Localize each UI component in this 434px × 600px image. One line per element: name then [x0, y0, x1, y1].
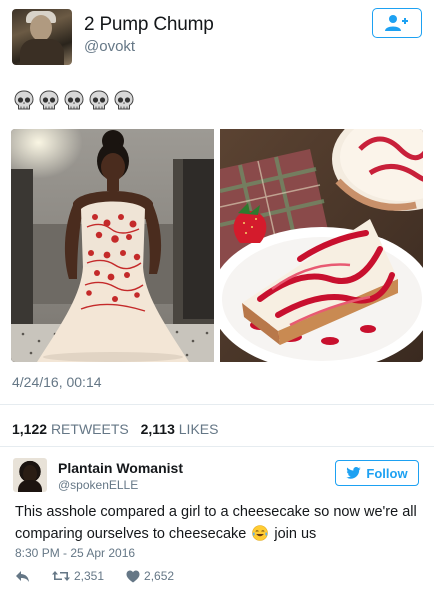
follow-button[interactable]: Follow: [335, 460, 419, 486]
retweets-label[interactable]: RETWEETS: [51, 421, 129, 437]
reply-author-avatar[interactable]: [13, 458, 47, 492]
skull-icon: [64, 90, 84, 110]
follow-icon-button[interactable]: [372, 8, 422, 38]
reply-tweet-text: This asshole compared a girl to a cheese…: [15, 501, 425, 545]
reply-action[interactable]: [15, 570, 30, 583]
main-tweet: 2 Pump Chump @ovokt 4/24/16, 00:14 1,122…: [0, 0, 434, 447]
divider: [0, 446, 434, 447]
skull-emoji-row: [14, 90, 134, 112]
reply-icon: [16, 570, 29, 582]
skull-icon: [14, 90, 34, 110]
likes-label[interactable]: LIKES: [179, 421, 219, 437]
photo-cheesecake-slice[interactable]: [220, 129, 423, 362]
author-name[interactable]: 2 Pump Chump: [84, 14, 214, 36]
photo-woman-in-dress[interactable]: [11, 129, 214, 362]
divider: [0, 404, 434, 405]
tweet-media: [11, 129, 423, 362]
reply-text-main: This asshole compared a girl to a cheese…: [15, 504, 417, 542]
twitter-bird-icon: [346, 467, 362, 479]
like-action[interactable]: 2,652: [126, 569, 174, 583]
tweet-timestamp[interactable]: 4/24/16, 00:14: [12, 374, 102, 390]
reply-text-end: join us: [270, 526, 317, 542]
reply-timestamp[interactable]: 8:30 PM - 25 Apr 2016: [15, 546, 135, 560]
reply-author-name[interactable]: Plantain Womanist: [58, 460, 183, 476]
retweet-action[interactable]: 2,351: [52, 569, 104, 583]
retweet-count: 2,351: [74, 569, 105, 583]
heart-icon: [126, 570, 140, 582]
retweets-count[interactable]: 1,122: [12, 421, 47, 437]
reply-author-handle[interactable]: @spokenELLE: [58, 478, 138, 492]
tears-of-joy-emoji: [252, 525, 269, 541]
follow-button-label: Follow: [366, 465, 408, 481]
likes-count[interactable]: 2,113: [141, 421, 175, 437]
skull-icon: [114, 90, 134, 110]
skull-icon: [39, 90, 59, 110]
reply-actions: 2,351 2,652: [15, 569, 196, 583]
like-count: 2,652: [144, 569, 175, 583]
retweet-icon: [52, 571, 70, 581]
author-avatar[interactable]: [12, 9, 72, 65]
author-handle[interactable]: @ovokt: [84, 38, 135, 55]
tweet-stats: 1,122 RETWEETS 2,113 LIKES: [12, 421, 218, 437]
follow-user-icon: [385, 15, 408, 31]
skull-icon: [89, 90, 109, 110]
